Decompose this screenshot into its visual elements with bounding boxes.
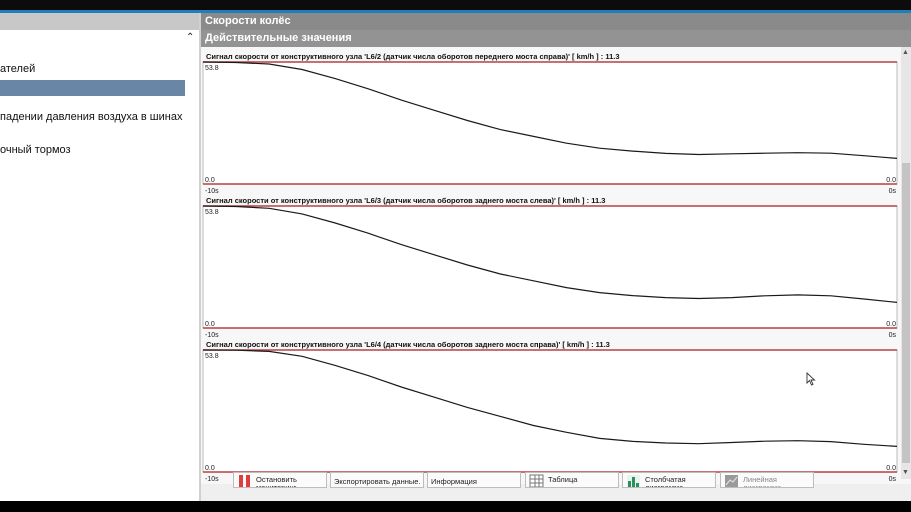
bar-chart-button[interactable]: Столбчатая диаграмма	[622, 472, 716, 488]
nav-item-tire-pressure-label: падении давления воздуха в шинах	[0, 111, 183, 123]
scroll-up-icon[interactable]: ▲	[902, 49, 909, 56]
stop-icon	[239, 475, 250, 487]
main-panel: Скорости колёс Действительные значения С…	[201, 13, 911, 501]
info-label: Информация	[431, 477, 477, 486]
y-min-label: 0.0	[205, 465, 215, 472]
table-label: Таблица	[548, 475, 578, 484]
x-start-label: -10s	[205, 332, 219, 339]
collapse-up-icon[interactable]: ⌃	[186, 32, 194, 43]
plot-1: Сигнал скорости от конструктивного узла …	[201, 52, 901, 196]
scroll-down-icon[interactable]: ▼	[902, 469, 909, 476]
stop-monitoring-button[interactable]: Остановить мониторинг	[233, 472, 327, 488]
line-chart-button[interactable]: Линейная диаграмма	[720, 472, 814, 488]
y-min-label: 0.0	[205, 321, 215, 328]
nav-item-tire-pressure[interactable]: падении давления воздуха в шинах	[0, 111, 182, 123]
y-max-label: 53.8	[205, 65, 219, 72]
export-data-label: Экспортировать данные.	[334, 477, 421, 486]
screen-bottom-bar	[0, 501, 911, 512]
x-start-label: -10s	[205, 188, 219, 195]
x-end-label: 0s	[889, 332, 897, 339]
bar-chart-icon	[627, 475, 640, 487]
mouse-cursor-icon	[806, 372, 816, 386]
plot-3: Сигнал скорости от конструктивного узла …	[201, 340, 901, 484]
plot-area	[202, 349, 898, 473]
nav-item-brake[interactable]: очный тормоз	[0, 144, 71, 156]
plot-area	[202, 205, 898, 329]
stop-monitoring-label: Остановить мониторинг	[256, 475, 297, 488]
table-icon	[529, 474, 544, 487]
x-start-label: -10s	[205, 476, 219, 483]
nav-item-selected[interactable]	[0, 80, 185, 96]
plot-1-chart: 53.8 0.0 0.0 -10s 0s	[202, 61, 898, 195]
right-value-label: 0.0	[886, 177, 896, 184]
scrollbar-thumb[interactable]	[902, 163, 910, 463]
right-value-label: 0.0	[886, 465, 896, 472]
nav-item-brake-label: очный тормоз	[0, 144, 71, 156]
plot-area	[202, 61, 898, 185]
right-value-label: 0.0	[886, 321, 896, 328]
info-button[interactable]: Информация	[427, 472, 521, 488]
x-end-label: 0s	[889, 188, 897, 195]
left-panel: ⌃ ателей падении давления воздуха в шина…	[0, 13, 200, 501]
plot-3-chart: 53.8 0.0 0.0 -10s 0s	[202, 349, 898, 483]
bar-chart-label: Столбчатая диаграмма	[645, 475, 686, 488]
nav-item-1[interactable]: ателей	[0, 63, 35, 75]
line-chart-label: Линейная диаграмма	[743, 475, 782, 488]
x-end-label: 0s	[889, 476, 897, 483]
nav-item-1-label: ателей	[0, 63, 36, 75]
page-subtitle: Действительные значения	[201, 30, 911, 47]
page-title: Скорости колёс	[201, 13, 911, 30]
y-max-label: 53.8	[205, 353, 219, 360]
plot-2-chart: 53.8 0.0 0.0 -10s 0s	[202, 205, 898, 339]
y-max-label: 53.8	[205, 209, 219, 216]
table-button[interactable]: Таблица	[525, 472, 619, 488]
vertical-scrollbar[interactable]: ▲ ▼	[901, 47, 911, 479]
plot-2: Сигнал скорости от конструктивного узла …	[201, 196, 901, 340]
export-data-button[interactable]: Экспортировать данные.	[330, 472, 424, 488]
line-chart-icon	[725, 475, 738, 487]
left-panel-header	[0, 13, 200, 30]
y-min-label: 0.0	[205, 177, 215, 184]
